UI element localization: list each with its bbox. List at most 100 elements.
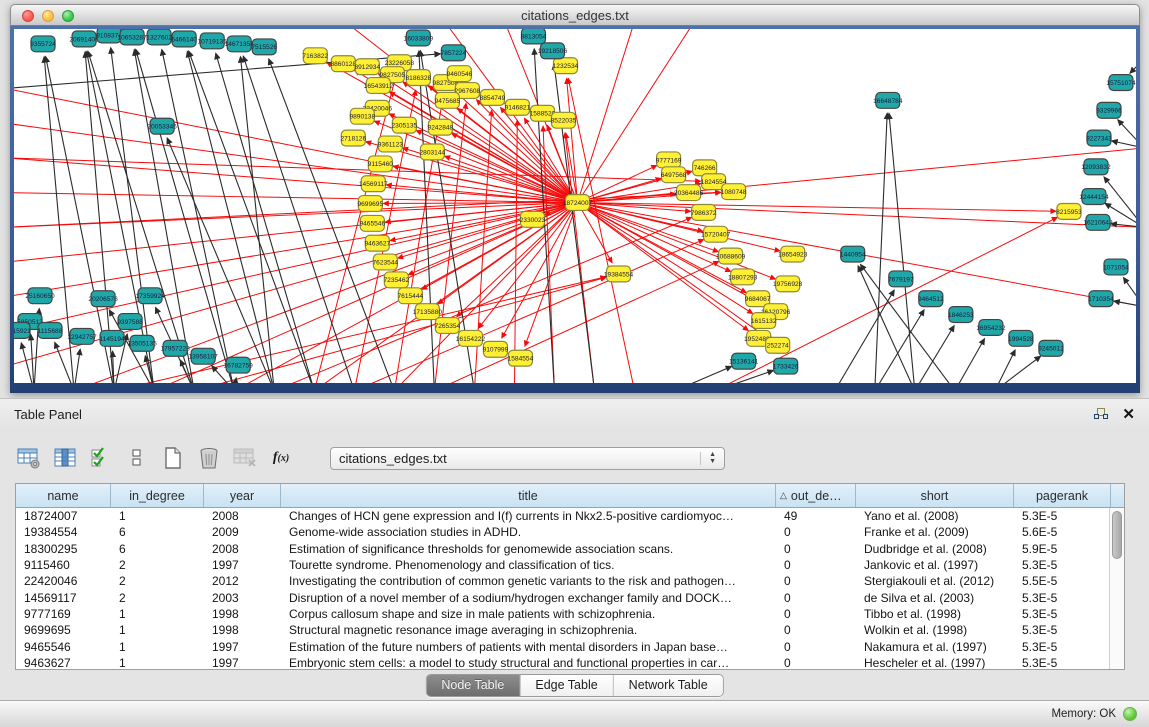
column-visibility-icon[interactable]	[52, 445, 78, 471]
table-row[interactable]: 946362711997Embryonic stem cells: a mode…	[16, 655, 1109, 669]
table-cell: Estimation of the future numbers of pati…	[281, 640, 776, 654]
table-tabs: Node Table Edge Table Network Table	[425, 674, 723, 697]
table-source-select[interactable]: citations_edges.txt ▲▼	[330, 447, 725, 470]
table-cell: 1997	[204, 640, 281, 654]
network-node-label: 8215953	[1056, 209, 1082, 216]
table-row[interactable]: 977716911998Corpus callosum shape and si…	[16, 606, 1109, 622]
table-cell: 2	[111, 574, 204, 588]
tab-node-table[interactable]: Node Table	[426, 675, 520, 696]
network-node-label: 15720407	[701, 232, 731, 239]
column-header-short[interactable]: short	[856, 484, 1014, 507]
table-cell: 5.3E-5	[1014, 656, 1109, 669]
network-node-label: 9107999	[483, 347, 509, 354]
table-cell: 49	[776, 509, 856, 523]
close-window-button[interactable]	[22, 10, 34, 22]
network-edge	[114, 277, 606, 383]
network-node-label: 2718126	[340, 135, 366, 142]
network-edge	[1130, 59, 1136, 73]
table-header-row: namein_degreeyeartitle△out_de…shortpager…	[16, 484, 1124, 508]
table-vertical-scrollbar[interactable]	[1109, 508, 1124, 669]
network-node-label: 16033809	[404, 35, 434, 42]
table-cell: 2	[111, 591, 204, 605]
table-cell: Franke et al. (2009)	[856, 525, 1014, 539]
tab-edge-table[interactable]: Edge Table	[520, 675, 613, 696]
table-cell: 0	[776, 558, 856, 572]
column-select-icon[interactable]	[88, 445, 114, 471]
network-node-label: 16648784	[873, 98, 903, 105]
network-node-label: 15751074	[1106, 80, 1136, 87]
table-row[interactable]: 1938455462009Genome-wide association stu…	[16, 524, 1109, 540]
delete-column-icon[interactable]	[196, 445, 222, 471]
network-node-label: 746266	[694, 165, 716, 172]
zoom-window-button[interactable]	[62, 10, 74, 22]
network-node-label: 20364486	[674, 190, 704, 197]
memory-status-icon[interactable]	[1123, 707, 1137, 721]
column-header-title[interactable]: title	[281, 484, 776, 507]
table-row[interactable]: 1830029562008Estimation of significance …	[16, 541, 1109, 557]
column-header-out_de[interactable]: △out_de…	[776, 484, 856, 507]
network-canvas[interactable]: 1872400771638228860128891293423226058982…	[14, 29, 1136, 383]
network-node-label: 9777169	[656, 157, 682, 164]
column-header-name[interactable]: name	[16, 484, 111, 507]
float-panel-icon[interactable]	[1094, 408, 1108, 421]
table-cell: Disruption of a novel member of a sodium…	[281, 591, 776, 605]
row-merge-icon[interactable]	[124, 445, 150, 471]
network-edge	[715, 370, 774, 383]
table-cell: 5.3E-5	[1014, 591, 1109, 605]
attribute-table: namein_degreeyeartitle△out_de…shortpager…	[15, 483, 1125, 670]
delete-table-icon[interactable]	[232, 445, 258, 471]
network-node-label: 10688609	[716, 253, 746, 260]
function-builder-icon[interactable]: f(x)	[268, 445, 294, 471]
table-cell: 1998	[204, 607, 281, 621]
network-node-label: 12444154	[1079, 194, 1109, 201]
table-cell: 1997	[204, 558, 281, 572]
column-header-year[interactable]: year	[204, 484, 281, 507]
scrollbar-thumb[interactable]	[1112, 511, 1122, 559]
network-edge	[915, 326, 954, 383]
table-cell: 1	[111, 509, 204, 523]
table-cell: 1	[111, 607, 204, 621]
tab-network-table[interactable]: Network Table	[614, 675, 723, 696]
network-node-label: 18654923	[778, 251, 808, 258]
table-body: 1872400712008Changes of HCN gene express…	[16, 508, 1109, 669]
network-node-label: 17957223	[160, 346, 190, 353]
network-node-label: 9361123	[378, 141, 404, 148]
table-cell: 2009	[204, 525, 281, 539]
network-node-label: 10719135	[198, 38, 228, 45]
close-panel-icon[interactable]: ✕	[1122, 408, 1135, 421]
table-cell: 2008	[204, 542, 281, 556]
create-column-icon[interactable]	[160, 445, 186, 471]
table-cell: 6	[111, 525, 204, 539]
network-node-label: 2330023	[520, 217, 546, 224]
network-node-label: 9227343	[1086, 135, 1112, 142]
network-window-titlebar[interactable]: citations_edges.txt	[10, 4, 1140, 26]
minimize-window-button[interactable]	[42, 10, 54, 22]
table-cell: Dudbridge et al. (2008)	[856, 542, 1014, 556]
table-row[interactable]: 2242004622012Investigating the contribut…	[16, 573, 1109, 589]
network-node-label: 2305135	[392, 123, 418, 130]
table-row[interactable]: 969969511998Structural magnetic resonanc…	[16, 622, 1109, 638]
network-edge	[74, 349, 80, 383]
table-row[interactable]: 911546021997Tourette syndrome. Phenomeno…	[16, 557, 1109, 573]
network-node-label: 1846253	[948, 312, 974, 319]
network-canvas-frame: 1872400771638228860128891293423226058982…	[10, 26, 1140, 393]
table-row[interactable]: 1872400712008Changes of HCN gene express…	[16, 508, 1109, 524]
table-cell: Nakamura et al. (1997)	[856, 640, 1014, 654]
network-edge	[543, 126, 554, 383]
network-node-label: 7679197	[888, 276, 914, 283]
table-panel-title: Table Panel	[14, 407, 1094, 422]
table-row[interactable]: 946554611997Estimation of the future num…	[16, 638, 1109, 654]
select-stepper-icon: ▲▼	[700, 452, 716, 465]
network-edge	[1123, 278, 1136, 307]
table-cell: 9115460	[16, 558, 111, 572]
table-row[interactable]: 1456911722003Disruption of a novel membe…	[16, 589, 1109, 605]
network-node-label: 12942757	[67, 334, 97, 341]
table-mode-icon[interactable]	[16, 445, 42, 471]
table-cell: 1997	[204, 656, 281, 669]
network-node-label: 7515526	[251, 44, 277, 51]
column-header-in_degree[interactable]: in_degree	[111, 484, 204, 507]
network-node-label: 1327602	[146, 34, 172, 41]
table-cell: 0	[776, 542, 856, 556]
column-header-pagerank[interactable]: pagerank	[1014, 484, 1111, 507]
network-edge	[240, 57, 274, 383]
